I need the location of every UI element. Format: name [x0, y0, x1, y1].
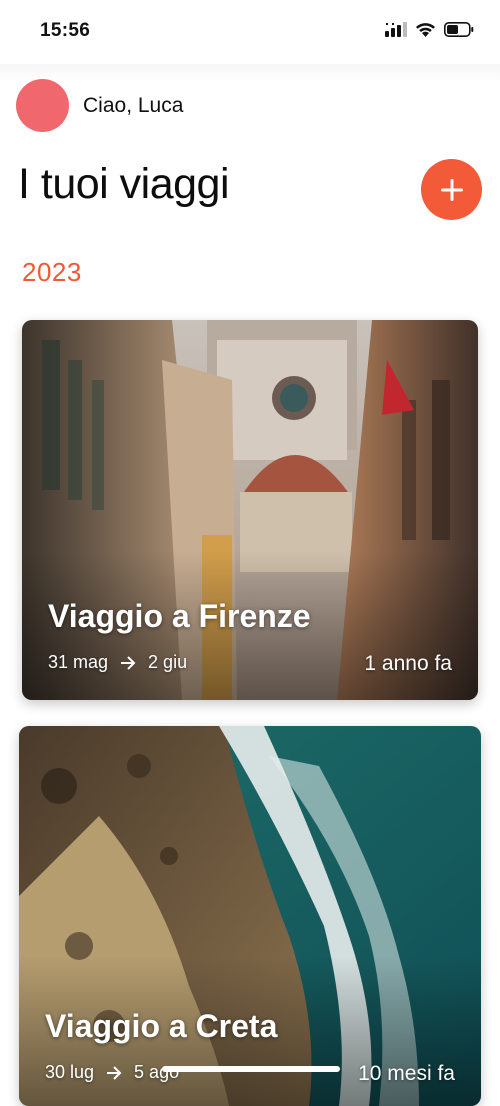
home-indicator[interactable]: [162, 1066, 340, 1072]
year-label: 2023: [22, 257, 82, 287]
trip-title: Viaggio a Firenze: [48, 598, 311, 634]
trip-title: Viaggio a Creta: [45, 1008, 278, 1044]
arrow-right-icon: [106, 1065, 122, 1080]
trip-start-date: 30 lug: [45, 1062, 95, 1082]
arrow-right-icon: [120, 655, 136, 670]
status-bar: 15:56: [0, 0, 500, 66]
plus-icon: [439, 177, 465, 203]
trip-card-creta[interactable]: Viaggio a Creta 30 lug 5 ago 10 mesi fa: [19, 726, 481, 1106]
greeting-text: Ciao, Luca: [83, 93, 184, 117]
trip-dates: 31 mag 2 giu: [48, 652, 187, 673]
add-trip-button[interactable]: [421, 159, 482, 220]
wifi-icon: [415, 22, 436, 37]
avatar[interactable]: [16, 79, 69, 132]
trip-end-date: 2 giu: [148, 652, 188, 672]
battery-icon: [444, 22, 474, 37]
status-icons: [385, 22, 474, 37]
cellular-icon: [385, 22, 407, 37]
trip-relative-time: 10 mesi fa: [358, 1062, 455, 1085]
trip-dates: 30 lug 5 ago: [45, 1062, 179, 1083]
trip-start-date: 31 mag: [48, 652, 109, 672]
status-time: 15:56: [40, 20, 91, 41]
page-title: I tuoi viaggi: [18, 160, 230, 208]
greeting: Ciao, Luca: [16, 79, 183, 132]
trip-relative-time: 1 anno fa: [364, 652, 452, 675]
trip-card-firenze[interactable]: Viaggio a Firenze 31 mag 2 giu 1 anno fa: [22, 320, 478, 700]
